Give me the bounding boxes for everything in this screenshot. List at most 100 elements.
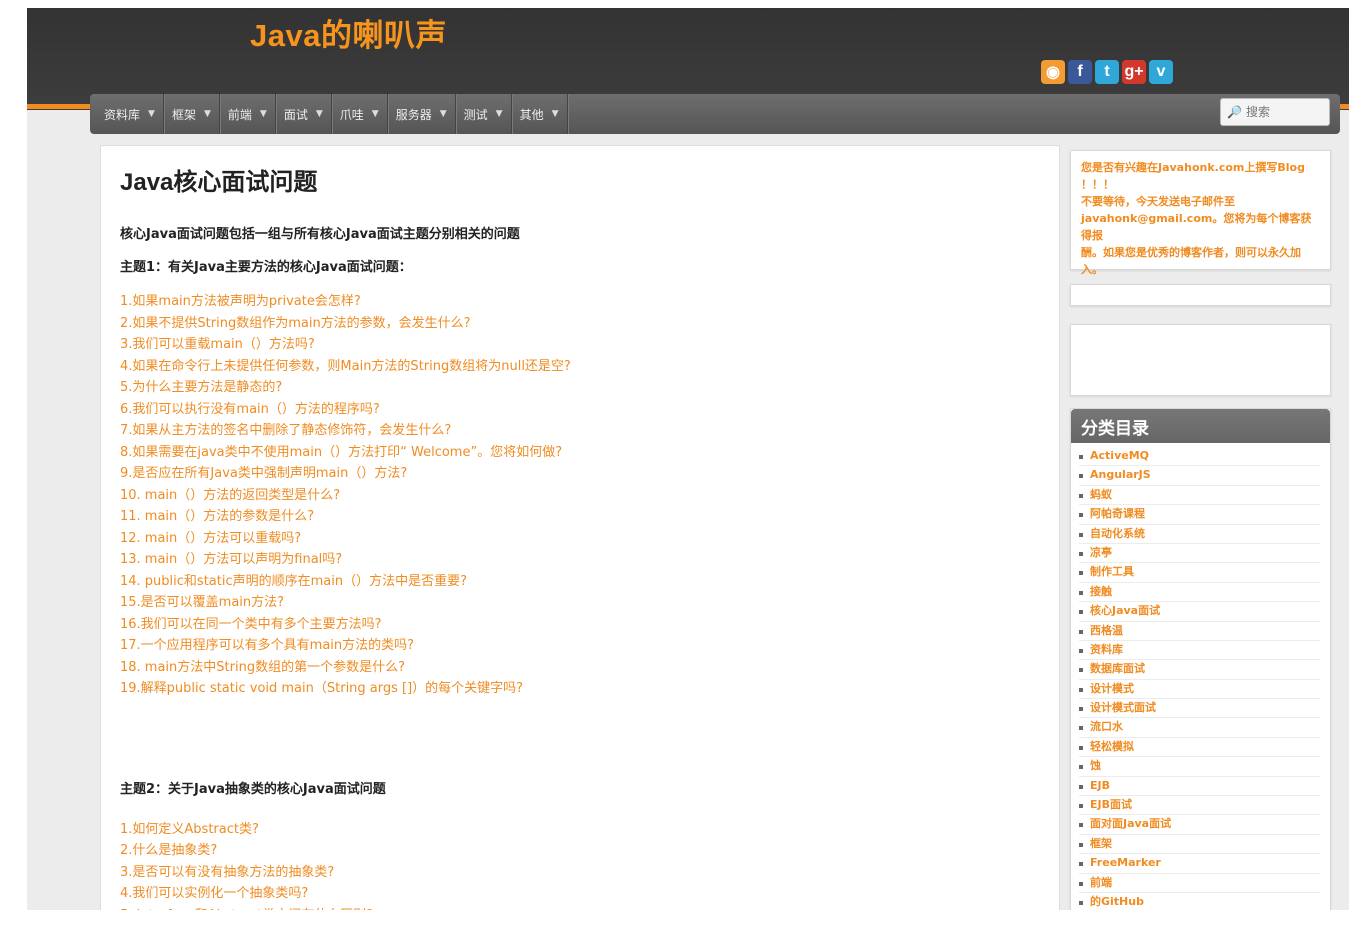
social-links: ◉ f t g+ v [1041, 60, 1173, 86]
article-lead: 核心Java面试问题包括一组与所有核心Java面试主题分别相关的问题 [120, 227, 520, 242]
topic-1-heading: 主题1：有关Java主要方法的核心Java面试问题： [120, 260, 412, 275]
category-link[interactable]: 框架 [1079, 835, 1320, 855]
category-link[interactable]: 面对面Java面试 [1079, 815, 1320, 835]
promo-line: 酬。如果您是优秀的博客作者，则可以永久加 [1081, 246, 1301, 259]
question-link[interactable]: 5. Interface和Abstract类之间有什么区别? [120, 905, 1040, 911]
nav-menu: 资料库 ▼ 框架 ▼ 前端 ▼ 面试 ▼ 爪哇 ▼ 服务器 ▼ 测试 ▼ 其他 ▼ [90, 94, 568, 134]
chevron-down-icon: ▼ [439, 109, 447, 119]
promo-line: 您是否有兴趣在Javahonk.com上撰写Blog [1081, 161, 1305, 174]
category-link[interactable]: 流口水 [1079, 718, 1320, 738]
search-input[interactable] [1245, 105, 1326, 119]
category-link[interactable]: 西格温 [1079, 622, 1320, 641]
chevron-down-icon: ▼ [371, 109, 379, 119]
topic-2-heading: 主题2：关于Java抽象类的核心Java面试问题 [120, 781, 386, 797]
category-link[interactable]: 资料库 [1079, 641, 1320, 661]
search-box[interactable]: 🔎 [1220, 98, 1330, 126]
main-nav: 资料库 ▼ 框架 ▼ 前端 ▼ 面试 ▼ 爪哇 ▼ 服务器 ▼ 测试 ▼ 其他 ▼ 🔎 [90, 94, 1340, 134]
question-link[interactable]: 9.是否应在所有Java类中强制声明main（）方法? [120, 463, 1040, 485]
topic-2-questions: 1.如何定义Abstract类? 2.什么是抽象类? 3.是否可以有没有抽象方法的抽… [120, 819, 1040, 911]
promo-line: 不要等待，今天发送电子邮件至 [1081, 195, 1235, 208]
nav-item-label: 前端 [227, 107, 252, 122]
categories-list: ActiveMQ AngularJS 蚂蚁 阿帕奇课程 自动化系统 凉亭 制作工具 接触 核心J… [1071, 443, 1330, 910]
question-link[interactable]: 4.如果在命令行上未提供任何参数，则Main方法的String数组将为null还… [120, 356, 1040, 378]
question-link[interactable]: 3.我们可以重载main（）方法吗? [120, 334, 1040, 356]
category-link[interactable]: EJB面试 [1079, 796, 1320, 816]
question-link[interactable]: 2.什么是抽象类? [120, 840, 1040, 862]
category-link[interactable]: 制作工具 [1079, 563, 1320, 583]
categories-title: 分类目录 [1071, 409, 1330, 443]
question-link[interactable]: 2.如果不提供String数组作为main方法的参数，会发生什么? [120, 313, 1040, 335]
category-link[interactable]: 的GitHub [1079, 893, 1320, 910]
category-link[interactable]: 自动化系统 [1079, 525, 1320, 544]
category-link[interactable]: 接触 [1079, 583, 1320, 603]
question-link[interactable]: 1.如果main方法被声明为private会怎样? [120, 291, 1040, 313]
question-link[interactable]: 1.如何定义Abstract类? [120, 819, 1040, 841]
category-link[interactable]: 阿帕奇课程 [1079, 505, 1320, 525]
question-link[interactable]: 3.是否可以有没有抽象方法的抽象类? [120, 862, 1040, 884]
category-link[interactable]: 轻松模拟 [1079, 738, 1320, 758]
category-link[interactable]: ActiveMQ [1079, 447, 1320, 467]
question-link[interactable]: 6.我们可以执行没有main（）方法的程序吗? [120, 399, 1040, 421]
question-link[interactable]: 5.为什么主要方法是静态的? [120, 377, 1040, 399]
nav-item-6[interactable]: 测试 ▼ [456, 94, 512, 134]
promo-line: 入。 [1081, 263, 1103, 276]
chevron-down-icon: ▼ [203, 109, 211, 119]
nav-item-label: 框架 [171, 107, 196, 122]
chevron-down-icon: ▼ [259, 109, 267, 119]
rss-icon[interactable]: ◉ [1041, 60, 1065, 84]
category-link[interactable]: AngularJS [1079, 466, 1320, 486]
nav-item-label: 爪哇 [339, 107, 364, 122]
question-link[interactable]: 7.如果从主方法的签名中删除了静态修饰符，会发生什么? [120, 420, 1040, 442]
promo-line: ！！！ [1081, 178, 1114, 191]
vimeo-icon[interactable]: v [1149, 60, 1173, 84]
twitter-icon[interactable]: t [1095, 60, 1119, 84]
chevron-down-icon: ▼ [148, 109, 155, 119]
chevron-down-icon: ▼ [551, 109, 559, 119]
nav-item-5[interactable]: 服务器 ▼ [388, 94, 456, 134]
google-plus-icon[interactable]: g+ [1122, 60, 1146, 84]
category-link[interactable]: 数据库面试 [1079, 660, 1320, 680]
chevron-down-icon: ▼ [315, 109, 323, 119]
question-link[interactable]: 10. main（）方法的返回类型是什么? [120, 485, 1040, 507]
question-link[interactable]: 12. main（）方法可以重载吗? [120, 528, 1040, 550]
category-link[interactable]: 蚂蚁 [1079, 486, 1320, 506]
category-link[interactable]: 设计模式 [1079, 680, 1320, 700]
nav-item-label: 测试 [463, 107, 488, 122]
nav-item-1[interactable]: 框架 ▼ [164, 94, 220, 134]
article-title: Java核心面试问题 [120, 169, 318, 196]
search-icon: 🔎 [1227, 105, 1242, 119]
nav-item-label: 面试 [283, 107, 308, 122]
nav-item-label: 服务器 [395, 107, 432, 122]
category-link[interactable]: FreeMarker [1079, 854, 1320, 874]
question-link[interactable]: 19.解释public static void main（String args… [120, 678, 1040, 700]
category-link[interactable]: EJB [1079, 777, 1320, 797]
chevron-down-icon: ▼ [495, 109, 503, 119]
nav-item-2[interactable]: 前端 ▼ [220, 94, 276, 134]
question-link[interactable]: 8.如果需要在java类中不使用main（）方法打印“ Welcome”。您将如… [120, 442, 1040, 464]
promo-line[interactable]: javahonk@gmail.com。您将为每个博客获得报 [1081, 210, 1320, 244]
topic-1-questions: 1.如果main方法被声明为private会怎样? 2.如果不提供String数组… [120, 291, 1040, 700]
sidebar-widget-empty [1070, 324, 1331, 396]
question-link[interactable]: 15.是否可以覆盖main方法? [120, 592, 1040, 614]
question-link[interactable]: 13. main（）方法可以声明为final吗? [120, 549, 1040, 571]
site-title[interactable]: Java的喇叭声 [250, 10, 447, 55]
category-link[interactable]: 凉亭 [1079, 544, 1320, 564]
category-link[interactable]: 设计模式面试 [1079, 699, 1320, 719]
question-link[interactable]: 18. main方法中String数组的第一个参数是什么? [120, 657, 1040, 679]
question-link[interactable]: 17.一个应用程序可以有多个具有main方法的类吗? [120, 635, 1040, 657]
nav-item-label: 其他 [519, 107, 544, 122]
question-link[interactable]: 14. public和static声明的顺序在main（）方法中是否重要? [120, 571, 1040, 593]
category-link[interactable]: 核心Java面试 [1079, 602, 1320, 622]
category-link[interactable]: 前端 [1079, 874, 1320, 893]
nav-item-7[interactable]: 其他 ▼ [512, 94, 568, 134]
nav-item-4[interactable]: 爪哇 ▼ [332, 94, 388, 134]
categories-widget: 分类目录 ActiveMQ AngularJS 蚂蚁 阿帕奇课程 自动化系统 凉亭 制作工具… [1070, 408, 1331, 910]
question-link[interactable]: 4.我们可以实例化一个抽象类吗? [120, 883, 1040, 905]
facebook-icon[interactable]: f [1068, 60, 1092, 84]
question-link[interactable]: 11. main（）方法的参数是什么? [120, 506, 1040, 528]
category-link[interactable]: 蚀 [1079, 757, 1320, 777]
nav-item-0[interactable]: 资料库 ▼ [96, 94, 164, 134]
write-for-us-promo: 您是否有兴趣在Javahonk.com上撰写Blog ！！！ 不要等待，今天发送电子… [1070, 150, 1331, 276]
nav-item-3[interactable]: 面试 ▼ [276, 94, 332, 134]
question-link[interactable]: 16.我们可以在同一个类中有多个主要方法吗? [120, 614, 1040, 636]
